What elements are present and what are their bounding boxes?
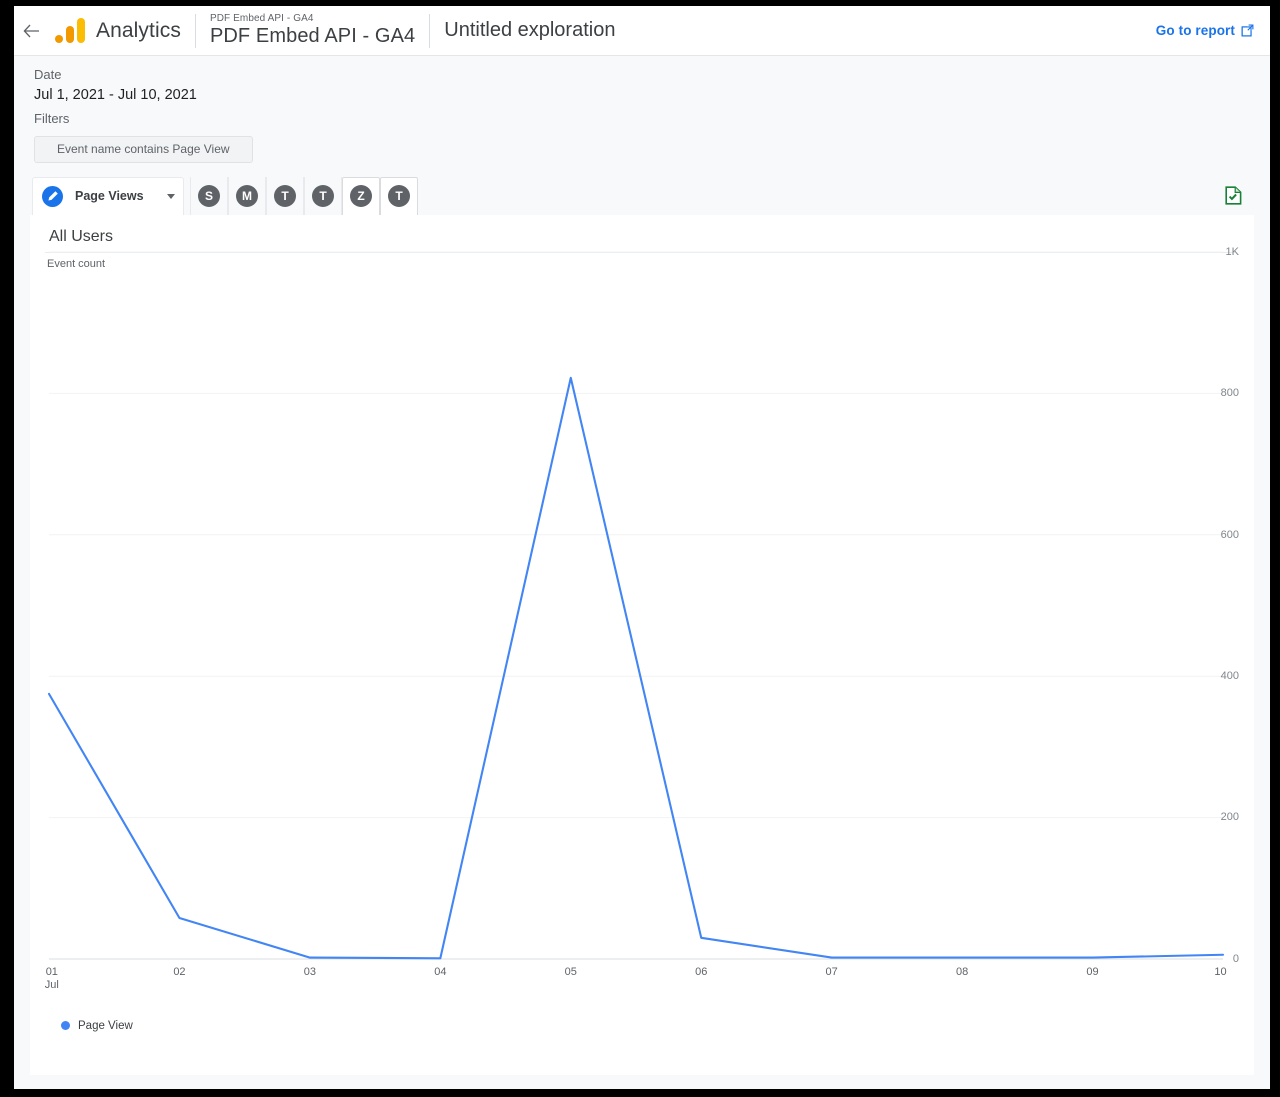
tab-t-3[interactable]: T [380,176,418,215]
x-axis-tick-label: 08 [955,965,969,978]
tab-t-2[interactable]: T [304,176,342,215]
header-divider-1 [194,13,196,48]
tab-avatar: T [312,184,334,207]
logo-bar-tall [77,17,85,43]
y-axis-tick-label: 800 [1220,387,1239,400]
x-axis-tick-label: 06 [695,965,708,978]
x-axis-tick-label: 07 [825,965,838,978]
tab-strip-actions [1225,177,1270,215]
x-axis-tick-label: 09 [1086,965,1099,978]
exploration-meta: Date Jul 1, 2021 - Jul 10, 2021 Filters … [14,56,1270,163]
x-axis-tick-label: 03 [303,965,316,978]
top-app-bar: Analytics PDF Embed API - GA4 PDF Embed … [14,6,1270,56]
filter-chip[interactable]: Event name contains Page View [34,135,253,163]
x-axis-tick-sublabel: Jul [44,978,59,991]
property-subtitle: PDF Embed API - GA4 [209,12,314,24]
tab-avatar: Z [350,185,372,208]
tab-z-selected[interactable]: Z [342,176,380,215]
tab-s[interactable]: S [190,176,228,215]
exploration-title[interactable]: Untitled exploration [444,19,615,42]
date-range-value[interactable]: Jul 1, 2021 - Jul 10, 2021 [34,85,1270,106]
tab-m[interactable]: M [228,176,266,215]
chevron-down-icon [167,193,175,199]
chart-card: All Users Event count 0 200 400 600 800 1K 01… [30,214,1254,1075]
tab-t-1[interactable]: T [266,176,304,215]
legend-label: Page View [78,1019,133,1032]
chart-legend: Page View [61,1020,133,1032]
header-divider-2 [429,13,431,48]
filters-label: Filters [34,110,70,126]
chart-svg [47,251,1225,960]
x-axis-tick-label: 02 [173,965,186,978]
go-to-report-link[interactable]: Go to report [1156,23,1235,38]
property-name: PDF Embed API - GA4 [209,25,416,48]
tab-avatar: S [198,184,220,207]
pencil-icon [42,185,63,207]
google-analytics-logo [54,16,88,46]
x-axis-tick-label: 04 [434,965,447,978]
exploration-tabs: S M T T Z T [190,176,418,215]
y-axis-tick-label: 400 [1220,669,1239,682]
y-axis-tick-label: 600 [1220,528,1239,541]
open-in-new-icon[interactable] [1241,24,1254,37]
tab-avatar: T [274,184,296,207]
logo-bar-medium [66,25,74,43]
line-chart-plot[interactable]: 0 200 400 600 800 1K 01 Jul 02 03 04 05 06 07 08 09 10 [31,242,1253,1074]
brand-name: Analytics [96,18,181,42]
variable-selector[interactable]: Page Views [32,176,184,215]
analytics-exploration-app: Analytics PDF Embed API - GA4 PDF Embed … [14,6,1270,1089]
property-selector[interactable]: PDF Embed API - GA4 PDF Embed API - GA4 [209,12,416,48]
x-axis-tick-label: 10 [1214,965,1227,978]
top-bar-actions: Go to report [1156,23,1270,38]
y-axis-tick-label: 200 [1220,811,1239,824]
x-axis-tick-label: 01 Jul [44,965,59,991]
back-arrow-icon[interactable] [16,16,46,46]
y-axis-tick-label: 1K [1225,245,1239,258]
x-axis-tick-label: 05 [564,965,577,978]
screenshot-frame: Analytics PDF Embed API - GA4 PDF Embed … [0,0,1280,1097]
legend-color-swatch [61,1021,70,1031]
tab-avatar: M [236,184,258,207]
y-axis-tick-label: 0 [1232,952,1239,965]
variable-label: Page Views [75,189,144,204]
date-label: Date [34,67,62,82]
tab-avatar: T [388,185,410,208]
logo-dot [55,34,63,43]
google-sheets-export-icon[interactable] [1225,186,1242,205]
tab-strip: Page Views S M T T Z T [14,176,1270,215]
